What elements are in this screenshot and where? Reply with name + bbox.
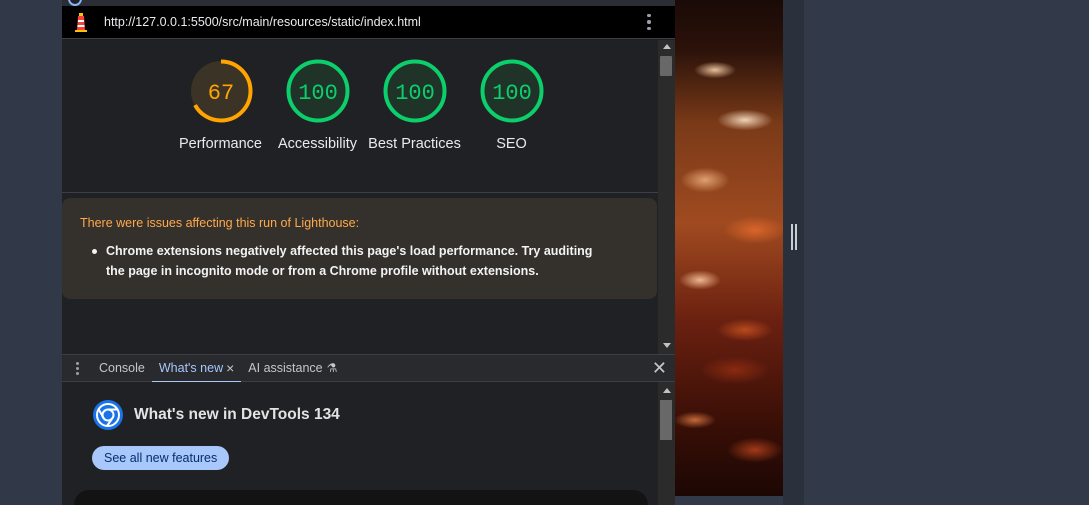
score-gauges: 67 Performance 100 Accessibility 100 Bes… xyxy=(172,58,560,154)
drawer-tab-bar: Console What's new × AI assistance ⚗ ✕ xyxy=(62,354,675,383)
gauge-performance[interactable]: 67 Performance xyxy=(172,58,269,154)
gauge-accessibility[interactable]: 100 Accessibility xyxy=(269,58,366,154)
pizza-photo xyxy=(675,0,783,496)
chrome-devtools-icon xyxy=(93,400,123,430)
gauge-seo[interactable]: 100 SEO xyxy=(463,58,560,154)
feature-card xyxy=(74,490,648,505)
lighthouse-logo-icon xyxy=(70,11,92,33)
gauge-best-practices-ring: 100 xyxy=(383,59,446,123)
scrollbar-thumb[interactable] xyxy=(660,400,672,440)
tab-whats-new[interactable]: What's new × xyxy=(151,355,242,383)
whats-new-panel: What's new in DevTools 134 See all new f… xyxy=(62,382,658,505)
lighthouse-url-bar: http://127.0.0.1:5500/src/main/resources… xyxy=(62,6,675,39)
report-menu-button[interactable] xyxy=(639,13,659,31)
gauge-performance-label: Performance xyxy=(178,136,262,152)
tab-ai-assistance[interactable]: AI assistance ⚗ xyxy=(241,355,344,382)
tab-whats-new-label: What's new xyxy=(158,361,224,375)
tab-ai-assistance-label: AI assistance xyxy=(248,361,323,375)
gauge-performance-ring: 67 xyxy=(189,59,252,123)
scroll-up-arrow-icon[interactable] xyxy=(663,44,671,49)
scrollbar-thumb[interactable] xyxy=(660,56,672,76)
whats-new-title: What's new in DevTools 134 xyxy=(134,406,340,423)
gauge-seo-label: SEO xyxy=(496,136,527,152)
gauge-seo-ring: 100 xyxy=(480,59,543,123)
warning-title: There were issues affecting this run of … xyxy=(80,216,360,230)
gauge-performance-value: 67 xyxy=(207,81,233,106)
report-url: http://127.0.0.1:5500/src/main/resources… xyxy=(104,15,421,29)
lighthouse-warning-box: There were issues affecting this run of … xyxy=(62,198,657,299)
section-divider xyxy=(62,192,658,193)
scroll-up-arrow-icon[interactable] xyxy=(663,388,671,393)
lighthouse-report: 67 Performance 100 Accessibility 100 Bes… xyxy=(62,40,658,354)
flask-icon: ⚗ xyxy=(326,361,338,375)
see-all-features-button[interactable]: See all new features xyxy=(92,446,230,470)
devtools-panel: http://127.0.0.1:5500/src/main/resources… xyxy=(62,0,675,505)
gauge-best-practices-value: 100 xyxy=(395,81,435,106)
gauge-accessibility-ring: 100 xyxy=(286,59,349,123)
tab-console-label: Console xyxy=(99,361,145,375)
warning-item: Chrome extensions negatively affected th… xyxy=(92,241,596,281)
tab-close-icon[interactable]: × xyxy=(226,360,234,376)
drawer-close-icon[interactable]: ✕ xyxy=(652,358,667,379)
viewport-edge xyxy=(783,0,804,505)
tab-console[interactable]: Console xyxy=(92,355,152,382)
scroll-down-arrow-icon[interactable] xyxy=(663,343,671,348)
drawer-menu-button[interactable] xyxy=(62,361,92,375)
warning-list: Chrome extensions negatively affected th… xyxy=(92,241,596,281)
left-background xyxy=(0,0,62,505)
gauge-accessibility-value: 100 xyxy=(298,81,338,106)
gauge-seo-value: 100 xyxy=(492,81,532,106)
whats-new-scrollbar[interactable] xyxy=(658,382,675,505)
report-scrollbar[interactable] xyxy=(658,40,675,354)
gauge-accessibility-label: Accessibility xyxy=(278,136,357,152)
gauge-best-practices[interactable]: 100 Best Practices xyxy=(366,58,463,154)
resize-handle-icon[interactable] xyxy=(791,224,797,250)
gauge-best-practices-label: Best Practices xyxy=(368,136,461,152)
right-background xyxy=(804,0,1089,505)
